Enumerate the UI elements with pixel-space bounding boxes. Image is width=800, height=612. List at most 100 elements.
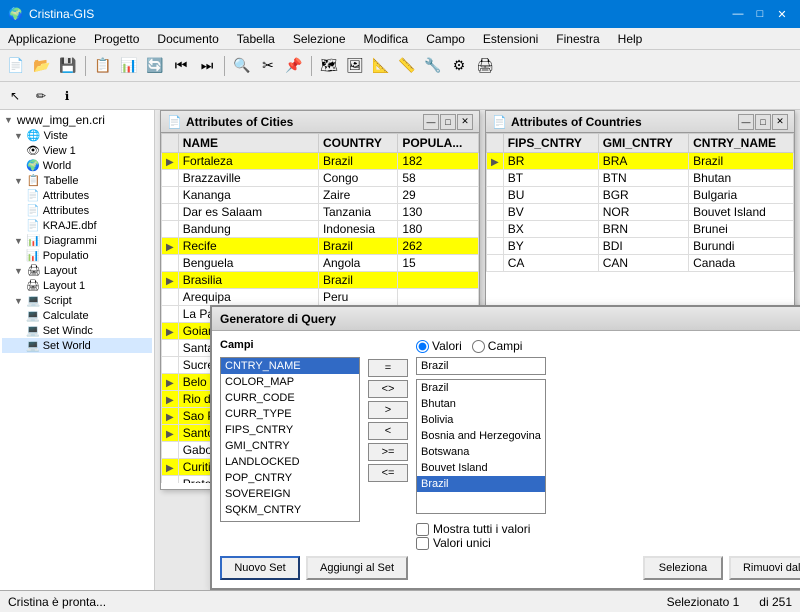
cities-maximize[interactable]: □ (440, 114, 456, 130)
nuovo-set-button[interactable]: Nuovo Set (220, 556, 300, 580)
table-row[interactable]: BX BRN Brunei (487, 221, 794, 238)
field-item[interactable]: CURR_CODE (221, 390, 359, 406)
values-list[interactable]: BrazilBhutanBoliviaBosnia and Herzegovin… (416, 379, 546, 514)
tree-populatio[interactable]: 📊 Populatio (2, 248, 152, 263)
table-row[interactable]: ▶ Brasilia Brazil (162, 272, 479, 289)
close-button[interactable]: ✕ (772, 4, 792, 24)
table-row[interactable]: BU BGR Bulgaria (487, 187, 794, 204)
check-valori-label[interactable]: Valori unici (416, 536, 800, 550)
table-row[interactable]: Brazzaville Congo 58 (162, 170, 479, 187)
tb-btn7[interactable]: 🔍 (230, 54, 254, 78)
operator-button[interactable]: <> (368, 380, 408, 398)
maximize-button[interactable]: □ (750, 4, 770, 24)
operator-button[interactable]: = (368, 359, 408, 377)
menu-progetto[interactable]: Progetto (86, 30, 147, 48)
seleziona-button[interactable]: Seleziona (643, 556, 723, 580)
value-item[interactable]: Bolivia (417, 412, 545, 428)
table-row[interactable]: CA CAN Canada (487, 255, 794, 272)
tb-btn10[interactable]: 🗺 (317, 54, 341, 78)
tree-diagrammi[interactable]: ▼ 📊 Diagrammi (2, 233, 152, 248)
menu-estensioni[interactable]: Estensioni (475, 30, 546, 48)
table-row[interactable]: ▶ BR BRA Brazil (487, 153, 794, 170)
countries-col-fips[interactable]: FIPS_CNTRY (503, 134, 598, 153)
tree-attr1[interactable]: 📄 Attributes (2, 188, 152, 203)
menu-help[interactable]: Help (610, 30, 651, 48)
field-item[interactable]: SQKM_CNTRY (221, 502, 359, 518)
table-row[interactable]: Dar es Salaam Tanzania 130 (162, 204, 479, 221)
aggiungi-button[interactable]: Aggiungi al Set (306, 556, 408, 580)
menu-applicazione[interactable]: Applicazione (0, 30, 84, 48)
cities-col-name[interactable]: NAME (178, 134, 318, 153)
table-row[interactable]: Bandung Indonesia 180 (162, 221, 479, 238)
tree-kraje[interactable]: 📄 KRAJE.dbf (2, 218, 152, 233)
cities-minimize[interactable]: — (423, 114, 439, 130)
new-button[interactable]: 📄 (4, 54, 28, 78)
menu-campo[interactable]: Campo (418, 30, 473, 48)
table-row[interactable]: Kananga Zaire 29 (162, 187, 479, 204)
value-item[interactable]: Bouvet Island (417, 460, 545, 476)
value-item[interactable]: Bosnia and Herzegovina (417, 428, 545, 444)
cities-col-popula[interactable]: POPULA... (398, 134, 479, 153)
tb-btn5[interactable]: ⏮ (169, 54, 193, 78)
check-mostra[interactable] (416, 523, 429, 536)
value-input[interactable] (416, 357, 546, 375)
radio-valori-label[interactable]: Valori (416, 339, 462, 353)
operator-button[interactable]: <= (368, 464, 408, 482)
table-row[interactable]: Arequipa Peru (162, 289, 479, 306)
radio-valori[interactable] (416, 340, 429, 353)
tb-btn15[interactable]: ⚙ (447, 54, 471, 78)
tree-viste[interactable]: ▼ 🌐 Viste (2, 128, 152, 143)
tb-btn8[interactable]: ✂ (256, 54, 280, 78)
tb-btn13[interactable]: 📏 (395, 54, 419, 78)
check-valori[interactable] (416, 537, 429, 550)
countries-col-name[interactable]: CNTRY_NAME (689, 134, 794, 153)
radio-campi[interactable] (472, 340, 485, 353)
check-mostra-label[interactable]: Mostra tutti i valori (416, 522, 800, 536)
tree-tabelle[interactable]: ▼ 📋 Tabelle (2, 173, 152, 188)
field-item[interactable]: POP_CNTRY (221, 470, 359, 486)
countries-close[interactable]: ✕ (772, 114, 788, 130)
tb-btn12[interactable]: 📐 (369, 54, 393, 78)
countries-col-gmi[interactable]: GMI_CNTRY (598, 134, 688, 153)
radio-campi-label[interactable]: Campi (472, 339, 523, 353)
table-row[interactable]: BT BTN Bhutan (487, 170, 794, 187)
tree-layout1[interactable]: 🖨 Layout 1 (2, 278, 152, 293)
cities-close[interactable]: ✕ (457, 114, 473, 130)
save-button[interactable]: 💾 (56, 54, 80, 78)
value-item[interactable]: Bhutan (417, 396, 545, 412)
countries-scroll[interactable]: FIPS_CNTRY GMI_CNTRY CNTRY_NAME ▶ BR BRA… (486, 133, 794, 272)
menu-modifica[interactable]: Modifica (356, 30, 417, 48)
table-row[interactable]: ▶ Recife Brazil 262 (162, 238, 479, 255)
field-item[interactable]: CURR_TYPE (221, 406, 359, 422)
countries-minimize[interactable]: — (738, 114, 754, 130)
info-tool[interactable]: ℹ (56, 85, 78, 107)
tree-setworld[interactable]: 💻 Set World (2, 338, 152, 353)
tree-setwindc[interactable]: 💻 Set Windc (2, 323, 152, 338)
menu-selezione[interactable]: Selezione (285, 30, 354, 48)
edit-tool[interactable]: ✏ (30, 85, 52, 107)
tb-btn4[interactable]: 🔄 (143, 54, 167, 78)
operator-button[interactable]: >= (368, 443, 408, 461)
tb-btn2[interactable]: 📋 (91, 54, 115, 78)
operator-button[interactable]: < (368, 422, 408, 440)
field-item[interactable]: COLOR_MAP (221, 374, 359, 390)
tb-btn9[interactable]: 📌 (282, 54, 306, 78)
tree-layout[interactable]: ▼ 🖨 Layout (2, 263, 152, 278)
tb-btn3[interactable]: 📊 (117, 54, 141, 78)
cities-col-country[interactable]: COUNTRY (318, 134, 397, 153)
table-row[interactable]: BY BDI Burundi (487, 238, 794, 255)
value-item[interactable]: Brazil (417, 380, 545, 396)
select-tool[interactable]: ↖ (4, 85, 26, 107)
tb-btn11[interactable]: 🖼 (343, 54, 367, 78)
tree-world[interactable]: 🌍 World (2, 158, 152, 173)
minimize-button[interactable]: — (728, 4, 748, 24)
tree-script[interactable]: ▼ 💻 Script (2, 293, 152, 308)
table-row[interactable]: BV NOR Bouvet Island (487, 204, 794, 221)
tb-btn6[interactable]: ⏭ (195, 54, 219, 78)
field-item[interactable]: LANDLOCKED (221, 454, 359, 470)
table-row[interactable]: Benguela Angola 15 (162, 255, 479, 272)
open-button[interactable]: 📂 (30, 54, 54, 78)
countries-maximize[interactable]: □ (755, 114, 771, 130)
tree-calculate[interactable]: 💻 Calculate (2, 308, 152, 323)
menu-documento[interactable]: Documento (149, 30, 226, 48)
